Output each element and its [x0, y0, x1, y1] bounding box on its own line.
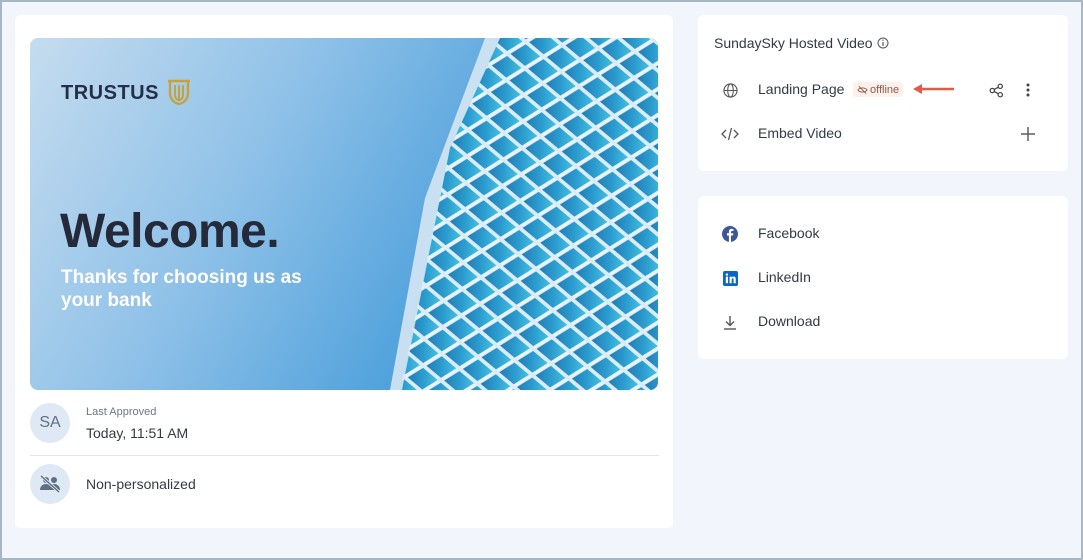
- plus-icon[interactable]: [1018, 124, 1038, 144]
- personalization-label: Non-personalized: [86, 476, 196, 492]
- brand-name: TRUSTUS: [61, 82, 159, 104]
- welcome-headline: Welcome.: [60, 205, 280, 258]
- last-approved-label: Last Approved: [86, 406, 157, 418]
- eye-off-icon: [857, 85, 868, 94]
- personalization-avatar: [30, 464, 70, 504]
- offline-badge: offline: [853, 82, 904, 97]
- video-preview-card: TRUSTUS Welcome. Thanks for choosing us …: [15, 15, 673, 528]
- brand-logo-icon: [168, 79, 190, 105]
- facebook-share-link[interactable]: Facebook: [758, 225, 819, 241]
- annotation-arrow-icon: [913, 84, 954, 94]
- embed-video-link[interactable]: Embed Video: [758, 125, 842, 141]
- hosted-video-title: SundaySky Hosted Video: [714, 35, 889, 51]
- linkedin-icon: [721, 269, 739, 287]
- welcome-tagline: Thanks for choosing us as your bank: [61, 267, 302, 311]
- hosted-video-card: SundaySky Hosted Video Landing Page offl…: [698, 15, 1068, 171]
- video-thumbnail[interactable]: TRUSTUS Welcome. Thanks for choosing us …: [30, 38, 658, 390]
- download-link[interactable]: Download: [758, 313, 820, 329]
- hosted-video-title-text: SundaySky Hosted Video: [714, 35, 873, 51]
- code-icon: [721, 125, 739, 143]
- share-options-card: Facebook LinkedIn Download: [698, 196, 1068, 359]
- divider: [30, 455, 659, 456]
- globe-icon: [721, 81, 739, 99]
- info-icon[interactable]: [877, 37, 889, 49]
- more-options-icon[interactable]: [1018, 80, 1038, 100]
- landing-page-link[interactable]: Landing Page: [758, 81, 844, 97]
- share-icon[interactable]: [986, 80, 1006, 100]
- facebook-icon: [721, 225, 739, 243]
- download-icon: [721, 313, 739, 331]
- linkedin-share-link[interactable]: LinkedIn: [758, 269, 811, 285]
- offline-badge-text: offline: [870, 83, 900, 96]
- last-approved-value: Today, 11:51 AM: [86, 425, 189, 441]
- group-users-icon: [40, 475, 60, 493]
- approver-avatar: SA: [30, 403, 70, 443]
